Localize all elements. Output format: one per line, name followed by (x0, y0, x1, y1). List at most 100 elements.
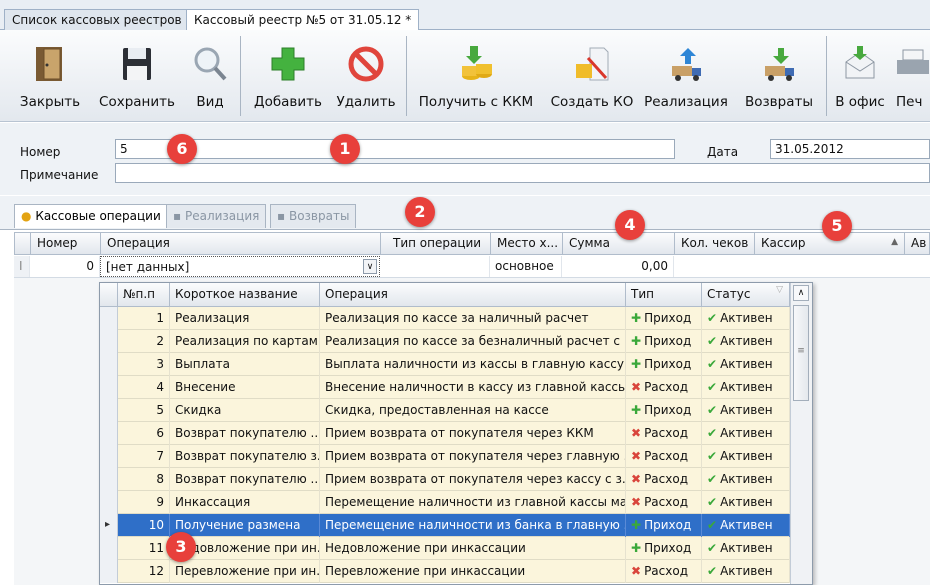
door-icon (36, 47, 62, 81)
number-field[interactable]: 5 (115, 139, 675, 159)
filter-icon[interactable]: ▽ (776, 285, 783, 295)
list-item[interactable]: 11 Недовложение при ин... Недовложение при… (100, 537, 790, 560)
red-no-icon (348, 46, 384, 82)
list-item[interactable]: 12 Перевложение при ин... Перевложение при… (100, 560, 790, 583)
annotation-marker-2: 2 (405, 197, 435, 227)
cell-status-text: Активен (720, 541, 773, 555)
view-button[interactable]: Вид (190, 30, 230, 122)
toolbar-separator (826, 36, 827, 116)
cell-status-text: Активен (720, 403, 773, 417)
cell-index: 9 (118, 491, 170, 514)
column-header-place[interactable]: Место х... (491, 233, 563, 254)
realization-button[interactable]: Реализация (641, 30, 731, 122)
list-item[interactable]: ▸ 10 Получение размена Перемещение наличнос… (100, 514, 790, 537)
list-item[interactable]: 8 Возврат покупателю ... Прием возврата от… (100, 468, 790, 491)
tab-returns[interactable]: ▪ Возвраты (270, 204, 357, 228)
annotation-marker-5: 5 (822, 211, 852, 241)
list-item[interactable]: 3 Выплата Выплата наличности из кассы в гл… (100, 353, 790, 376)
list-item[interactable]: 2 Реализация по картам Реализация по кассе… (100, 330, 790, 353)
cell-status: ✔ Активен (702, 514, 790, 537)
column-header-number[interactable]: Номер (31, 233, 101, 254)
to-office-button[interactable]: В офис (830, 30, 890, 122)
print-button[interactable]: Печ (896, 30, 930, 122)
list-item[interactable]: 1 Реализация Реализация по кассе за наличн… (100, 307, 790, 330)
truck-up-icon (672, 48, 701, 81)
operations-grid-header: Номер Операция Тип операции Место х... С… (14, 232, 930, 255)
column-header-check-count[interactable]: Кол. чеков (675, 233, 755, 254)
cell-operation: Выплата наличности из кассы в главную ка… (320, 353, 626, 376)
cell-place[interactable]: основное (490, 256, 562, 277)
cell-type-text: Приход (644, 541, 692, 555)
operation-dropdown-list[interactable]: №п.п Короткое название Операция Тип Стат… (99, 282, 813, 585)
tab-realization[interactable]: ▪ Реализация (166, 204, 267, 228)
cell-index: 4 (118, 376, 170, 399)
cell-operation: Прием возврата от покупателя через кассу… (320, 468, 626, 491)
tab-cash-registers-list[interactable]: Список кассовых реестров (4, 9, 190, 31)
list-item[interactable]: 7 Возврат покупателю з... Прием возврата о… (100, 445, 790, 468)
table-row[interactable]: I 0 [нет данных] ∨ основное 0,00 (14, 256, 930, 278)
printer-icon (897, 49, 929, 74)
create-ko-button[interactable]: Создать КО (546, 30, 638, 122)
tab-cash-operations[interactable]: ● Кассовые операции (14, 204, 168, 228)
column-header-operation[interactable]: Операция (101, 233, 381, 254)
list-item[interactable]: 5 Скидка Скидка, предоставленная на кассе ✚… (100, 399, 790, 422)
dropdown-header-status[interactable]: Статус ▽ (702, 283, 790, 307)
row-indicator (100, 560, 118, 583)
note-field[interactable] (115, 163, 930, 183)
green-plus-icon: ✚ (631, 311, 642, 325)
cell-index: 6 (118, 422, 170, 445)
green-plus-icon (271, 47, 305, 81)
coins-download-icon (462, 46, 492, 80)
envelope-icon (845, 46, 875, 79)
column-header-operation-type[interactable]: Тип операции (381, 233, 491, 254)
cell-short-name: Скидка (170, 399, 320, 422)
operation-combobox[interactable]: [нет данных] ∨ (100, 256, 380, 277)
list-item[interactable]: 4 Внесение Внесение наличности в кассу из … (100, 376, 790, 399)
cell-type-text: Расход (644, 380, 688, 394)
checkmark-icon: ✔ (707, 564, 718, 578)
cell-type: ✚ Приход (626, 399, 702, 422)
dropdown-header-type[interactable]: Тип (626, 283, 702, 307)
cell-type: ✚ Приход (626, 307, 702, 330)
cell-status-text: Активен (720, 564, 773, 578)
delete-button[interactable]: Удалить (334, 30, 398, 122)
dropdown-header-index[interactable]: №п.п (118, 283, 170, 307)
cell-operation: Перевложение при инкассации (320, 560, 626, 583)
cell-index: 3 (118, 353, 170, 376)
tab-cash-register-5[interactable]: Кассовый реестр №5 от 31.05.12 * (186, 9, 420, 31)
row-indicator: ▸ (100, 514, 118, 537)
row-indicator (100, 537, 118, 560)
cell-index: 8 (118, 468, 170, 491)
dropdown-header-operation[interactable]: Операция (320, 283, 626, 307)
truck-icon: ▪ (277, 209, 286, 223)
column-header-author[interactable]: Ав (905, 233, 930, 254)
cell-sum[interactable]: 0,00 (562, 256, 674, 277)
checkmark-icon: ✔ (707, 311, 718, 325)
cell-type-text: Расход (644, 472, 688, 486)
annotation-marker-4: 4 (615, 210, 645, 240)
dropdown-scrollbar[interactable]: ∧ ≡ (790, 283, 812, 584)
scrollbar-thumb[interactable]: ≡ (793, 305, 809, 401)
chevron-down-icon[interactable]: ∨ (363, 259, 377, 274)
cell-type-text: Расход (644, 495, 688, 509)
cell-short-name: Возврат покупателю з... (170, 445, 320, 468)
checkmark-icon: ✔ (707, 472, 718, 486)
date-field[interactable]: 31.05.2012 (770, 139, 930, 159)
list-item[interactable]: 6 Возврат покупателю ... Прием возврата от… (100, 422, 790, 445)
annotation-marker-1: 1 (330, 134, 360, 164)
returns-button[interactable]: Возвраты (738, 30, 820, 122)
close-button[interactable]: Закрыть (12, 30, 88, 122)
dropdown-header-short-name[interactable]: Короткое название (170, 283, 320, 307)
list-item[interactable]: 9 Инкассация Перемещение наличности из гла… (100, 491, 790, 514)
checkmark-icon: ✔ (707, 518, 718, 532)
add-button[interactable]: Добавить (250, 30, 326, 122)
get-from-kkm-button[interactable]: Получить с ККМ (414, 30, 538, 122)
cell-operation-type[interactable] (380, 256, 490, 277)
coins-document-icon (576, 47, 609, 81)
checkmark-icon: ✔ (707, 380, 718, 394)
cell-number[interactable]: 0 (30, 256, 100, 277)
save-button[interactable]: Сохранить (94, 30, 180, 122)
cell-status: ✔ Активен (702, 537, 790, 560)
cell-type: ✖ Расход (626, 560, 702, 583)
scroll-up-icon[interactable]: ∧ (793, 285, 809, 301)
